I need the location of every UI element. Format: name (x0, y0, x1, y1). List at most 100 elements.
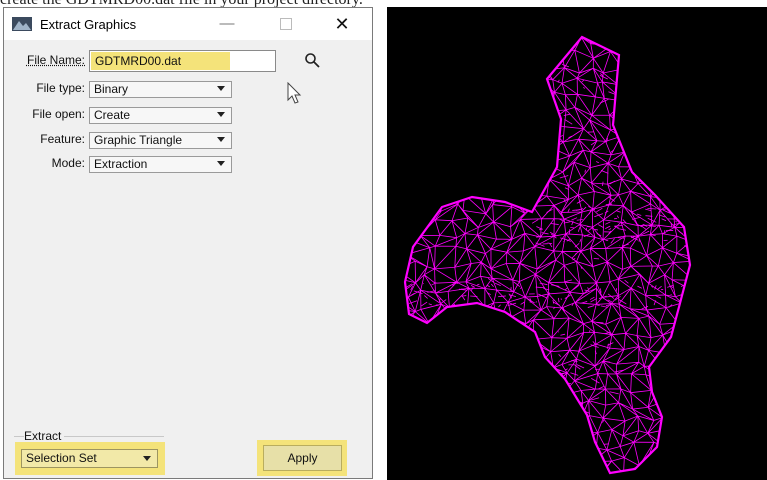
mesh-cell (672, 135, 690, 155)
mesh-edge (614, 225, 623, 227)
mesh-edge (605, 225, 611, 229)
mesh-cell (662, 414, 678, 430)
mesh-cell (477, 386, 499, 409)
mesh-cell (405, 120, 412, 136)
mesh-cell (658, 79, 681, 100)
mesh-cell (562, 233, 583, 252)
mesh-cell (632, 53, 649, 74)
mesh-cell (504, 431, 524, 450)
mesh-edge (602, 181, 604, 186)
mesh-cell (407, 374, 422, 394)
mesh-cell (462, 343, 487, 365)
mesh-cell (435, 455, 455, 473)
mesh-cell (407, 136, 421, 156)
mesh-cell (673, 443, 690, 465)
search-icon[interactable] (304, 52, 320, 68)
mesh-cell (663, 67, 678, 83)
mesh-cell (505, 250, 524, 264)
mesh-cell (518, 430, 538, 449)
minimize-button[interactable]: — (209, 12, 245, 36)
mesh-cell (551, 317, 570, 338)
mesh-cell (409, 191, 424, 212)
mesh-cell (576, 67, 594, 79)
mesh-cell (546, 122, 565, 143)
mesh-cell (405, 458, 411, 473)
mesh-edge (486, 284, 491, 288)
mesh-cell (577, 177, 595, 196)
mesh-cell (433, 345, 450, 365)
mesh-cell (647, 456, 663, 473)
mesh-cell (483, 456, 491, 473)
mesh-cell (409, 64, 425, 87)
title-bar[interactable]: Extract Graphics — ✕ (4, 8, 372, 40)
mesh-cell (406, 93, 426, 108)
mesh-cell (451, 217, 468, 238)
mesh-cell (452, 70, 470, 87)
extract-select-value: Selection Set (26, 451, 97, 465)
mesh-cell (534, 235, 555, 247)
mesh-cell (424, 37, 442, 43)
mesh-cell (405, 135, 414, 156)
file-name-label: File Name: (26, 53, 85, 67)
mesh-cell (463, 165, 483, 180)
mesh-cell (434, 386, 458, 405)
mesh-edge (538, 228, 543, 231)
mesh-edge (600, 169, 609, 174)
mesh-cell (646, 67, 668, 88)
mesh-cell (405, 331, 415, 347)
mesh-edge (547, 242, 553, 245)
mesh-edge (589, 296, 595, 300)
mesh-cell (462, 111, 486, 127)
mesh-cell (405, 37, 408, 46)
mesh-cell (498, 81, 509, 95)
mesh-cell (424, 67, 444, 84)
mesh-cell (674, 401, 690, 420)
file-open-select[interactable]: Create (89, 107, 232, 124)
mesh-edge (551, 54, 560, 57)
mesh-cell (465, 407, 485, 424)
mesh-cell (651, 93, 660, 110)
mode-select[interactable]: Extraction (89, 156, 232, 173)
mesh-cell (643, 120, 665, 143)
mesh-cell (423, 403, 436, 416)
mesh-cell (492, 330, 511, 348)
file-open-value: Create (94, 108, 131, 122)
mesh-cell (659, 50, 680, 72)
triangle-mesh (403, 35, 692, 475)
apply-button[interactable]: Apply (263, 445, 342, 471)
mesh-cell (425, 39, 442, 55)
mesh-cell (438, 111, 451, 126)
mesh-cell (659, 181, 680, 199)
mesh-cell (483, 417, 497, 434)
mesh-edge (624, 279, 629, 284)
extract-select[interactable]: Selection Set (21, 449, 158, 468)
mesh-cell (518, 91, 541, 114)
mesh-cell (480, 275, 493, 289)
mesh-cell (602, 50, 623, 74)
mesh-cell (405, 406, 413, 420)
mesh-cell (405, 154, 409, 164)
close-button[interactable]: ✕ (324, 12, 360, 36)
mesh-cell (421, 363, 439, 381)
feature-select[interactable]: Graphic Triangle (89, 132, 232, 149)
file-name-input[interactable]: GDTMRD00.dat (89, 50, 276, 72)
mesh-edge (584, 169, 586, 173)
mesh-cell (561, 67, 580, 84)
mesh-cell (532, 136, 554, 156)
maximize-button[interactable] (268, 12, 304, 36)
mesh-cell (673, 37, 690, 44)
mesh-edge (616, 210, 621, 213)
graphics-viewport[interactable] (387, 7, 767, 480)
mesh-cell (480, 92, 500, 113)
mesh-cell (592, 261, 608, 284)
file-type-select[interactable]: Binary (89, 81, 232, 98)
mesh-cell (409, 414, 429, 431)
mesh-cell (489, 135, 506, 154)
mesh-cell (506, 232, 526, 253)
mesh-cell (466, 248, 486, 264)
mesh-edge (560, 432, 566, 437)
mesh-edge (677, 207, 680, 210)
mesh-cell (672, 109, 690, 130)
mesh-cell (464, 233, 478, 250)
mesh-cell (448, 37, 466, 39)
